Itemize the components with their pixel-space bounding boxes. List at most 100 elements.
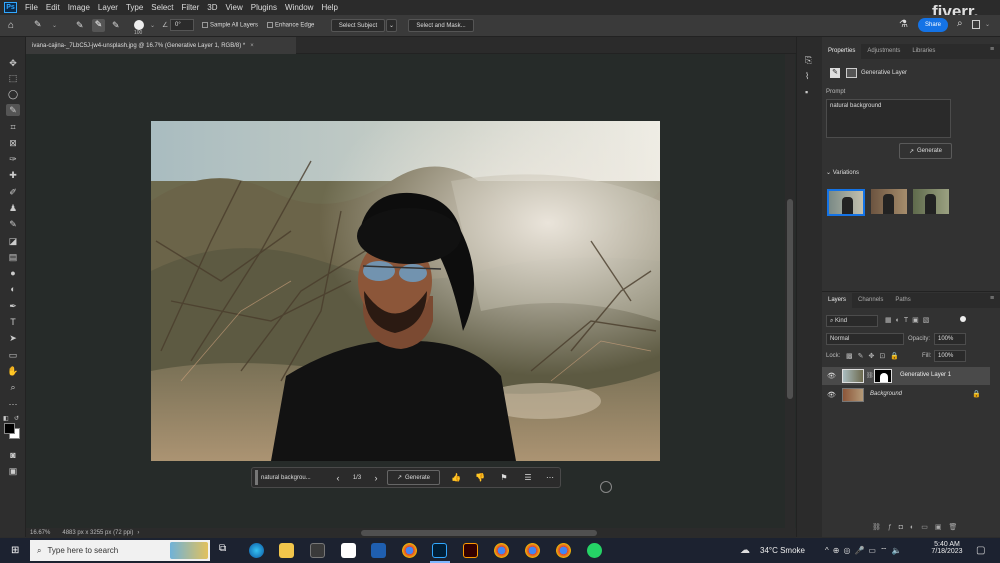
sample-all-layers-box[interactable]: [202, 22, 208, 28]
gradient-tool-icon[interactable]: ▤: [6, 251, 20, 263]
tab-layers[interactable]: Layers: [822, 293, 853, 308]
lasso-tool-icon[interactable]: ◯: [6, 88, 20, 100]
flag-icon[interactable]: ⚑: [496, 470, 512, 485]
taskbar-search-box[interactable]: ⌕ Type here to search: [30, 540, 210, 561]
chrome-profile-2-icon[interactable]: [494, 543, 509, 558]
history-brush-icon[interactable]: ✎: [6, 218, 20, 230]
layer-name[interactable]: Background: [870, 391, 902, 397]
variations-header[interactable]: ⌄ Variations: [826, 169, 859, 176]
vertical-scroll-thumb[interactable]: [787, 199, 793, 399]
flask-icon[interactable]: ⚗: [899, 19, 908, 30]
menu-edit[interactable]: Edit: [42, 3, 64, 12]
select-subject-chevron-icon[interactable]: ⌄: [386, 19, 397, 32]
menu-help[interactable]: Help: [317, 3, 341, 12]
edge-browser-icon[interactable]: [249, 543, 264, 558]
quick-mask-icon[interactable]: ◙: [6, 449, 20, 461]
menu-image[interactable]: Image: [64, 3, 94, 12]
move-tool-icon[interactable]: ✥: [6, 57, 20, 69]
properties-menu-icon[interactable]: ≡: [990, 46, 994, 53]
variation-thumbnail-2[interactable]: [871, 189, 907, 214]
dodge-tool-icon[interactable]: ◐: [6, 283, 20, 295]
task-view-icon[interactable]: ⧉: [219, 543, 234, 558]
workspace-chevron-icon[interactable]: ⌄: [985, 21, 990, 28]
lock-options-icons[interactable]: ▩✎✥⊡🔒: [846, 352, 904, 360]
system-tray-icons[interactable]: ^⊕◎🎤▭⌔🔈: [825, 546, 905, 556]
task-bar-grip[interactable]: [255, 470, 258, 485]
weather-text[interactable]: 34°C Smoke: [760, 546, 805, 555]
variation-thumbnail-3[interactable]: [913, 189, 949, 214]
subtract-selection-icon[interactable]: ✎: [112, 20, 120, 31]
filter-toggle-icon[interactable]: [960, 316, 966, 322]
sample-all-layers-checkbox[interactable]: Sample All Layers: [202, 22, 258, 29]
share-button[interactable]: Share: [918, 18, 948, 32]
thumbs-down-icon[interactable]: 👎: [472, 470, 488, 485]
blend-mode-select[interactable]: Normal: [826, 333, 904, 345]
layer-filter-icons[interactable]: ▦◐T▣▧: [885, 316, 933, 324]
swap-colors-icon[interactable]: ↺: [14, 415, 19, 422]
weather-icon[interactable]: ☁: [740, 545, 750, 556]
whatsapp-icon[interactable]: [587, 543, 602, 558]
pen-tool-icon[interactable]: ✒: [6, 300, 20, 312]
layers-comp-icon[interactable]: ⌇: [805, 71, 809, 82]
home-icon[interactable]: ⌂: [8, 20, 14, 31]
layers-footer-icons[interactable]: ⛓ƒ◘◐▭▣🗑: [872, 523, 964, 531]
foreground-color-swatch[interactable]: [4, 423, 15, 434]
tab-properties[interactable]: Properties: [822, 44, 862, 59]
document-info[interactable]: 4883 px x 3255 px (72 ppi): [62, 530, 133, 536]
visibility-eye-icon[interactable]: 👁: [827, 391, 836, 399]
windows-start-icon[interactable]: ⊞: [11, 545, 19, 556]
notifications-icon[interactable]: ▢: [976, 545, 985, 556]
add-to-selection-icon[interactable]: ✎: [92, 19, 105, 32]
type-tool-icon[interactable]: T: [6, 316, 20, 328]
history-panel-icon[interactable]: ⎘: [805, 55, 812, 66]
properties-generate-button[interactable]: ↗ Generate: [899, 143, 952, 159]
menu-file[interactable]: File: [21, 3, 42, 12]
menu-type[interactable]: Type: [122, 3, 147, 12]
chrome-profile-4-icon[interactable]: [556, 543, 571, 558]
layer-name[interactable]: Generative Layer 1: [900, 372, 951, 378]
chrome-profile-3-icon[interactable]: [525, 543, 540, 558]
chrome-icon[interactable]: [402, 543, 417, 558]
photoshop-taskbar-icon[interactable]: [432, 543, 447, 558]
document-tab[interactable]: ivana-cajina-_7LbC5J-jw4-unsplash.jpg @ …: [26, 37, 296, 54]
menu-layer[interactable]: Layer: [94, 3, 122, 12]
file-explorer-icon[interactable]: [279, 543, 294, 558]
select-and-mask-button[interactable]: Select and Mask...: [408, 19, 474, 32]
fill-input[interactable]: 100%: [934, 350, 966, 362]
layer-filter-select[interactable]: ⌕ Kind: [826, 315, 878, 327]
menu-window[interactable]: Window: [281, 3, 317, 12]
screen-mode-icon[interactable]: ▣: [6, 465, 20, 477]
visibility-eye-icon[interactable]: 👁: [827, 372, 836, 380]
menu-filter[interactable]: Filter: [178, 3, 204, 12]
crop-tool-icon[interactable]: ⌗: [6, 121, 20, 133]
healing-brush-icon[interactable]: ✚: [6, 169, 20, 181]
marquee-tool-icon[interactable]: ⬚: [6, 72, 20, 84]
menu-select[interactable]: Select: [147, 3, 177, 12]
document-image[interactable]: [151, 121, 660, 461]
new-selection-icon[interactable]: ✎: [76, 20, 84, 31]
layers-menu-icon[interactable]: ≡: [990, 295, 994, 302]
comments-panel-icon[interactable]: ▪: [805, 87, 808, 97]
menu-3d[interactable]: 3D: [203, 3, 221, 12]
vertical-scrollbar[interactable]: [785, 54, 795, 528]
opacity-input[interactable]: 100%: [934, 333, 966, 345]
tab-channels[interactable]: Channels: [852, 293, 889, 308]
word-icon[interactable]: [371, 543, 386, 558]
menu-view[interactable]: View: [222, 3, 247, 12]
microsoft-store-icon[interactable]: [310, 543, 325, 558]
illustrator-icon[interactable]: [463, 543, 478, 558]
mail-icon[interactable]: [341, 543, 356, 558]
brush-chevron-icon[interactable]: ⌄: [150, 22, 155, 29]
menu-plugins[interactable]: Plugins: [247, 3, 281, 12]
layer-row-background[interactable]: 👁 Background 🔒: [822, 386, 990, 404]
previous-variation-icon[interactable]: ‹: [331, 470, 345, 485]
rectangle-tool-icon[interactable]: ▭: [6, 349, 20, 361]
close-tab-icon[interactable]: ×: [250, 43, 254, 49]
prompt-preview[interactable]: natural backgrou...: [261, 470, 325, 485]
tab-paths[interactable]: Paths: [889, 293, 916, 308]
path-selection-icon[interactable]: ➤: [6, 332, 20, 344]
hand-tool-icon[interactable]: ✋: [6, 365, 20, 377]
clone-stamp-icon[interactable]: ♟: [6, 202, 20, 214]
tab-adjustments[interactable]: Adjustments: [861, 44, 906, 59]
brush-tool-icon[interactable]: ✐: [6, 186, 20, 198]
